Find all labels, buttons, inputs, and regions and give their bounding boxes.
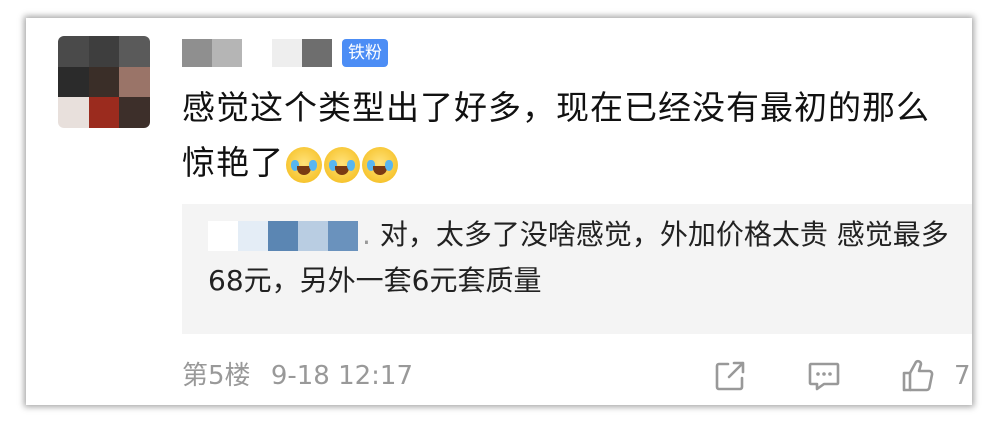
reply-button[interactable] [802, 354, 846, 398]
comment-card: 铁粉 感觉这个类型出了好多，现在已经没有最初的那么惊艳了 . 对，太多了没啥感觉… [26, 18, 972, 405]
reply-username-blurred[interactable] [208, 221, 358, 251]
floor-number: 第5楼 [182, 361, 251, 391]
emoji-group [286, 146, 398, 183]
comment-icon [808, 362, 840, 391]
share-button[interactable] [708, 354, 752, 398]
reply-block[interactable]: . 对，太多了没啥感觉，外加价格太贵 感觉最多68元，另外一套6元套质量 [182, 204, 972, 334]
thumbs-up-icon [902, 359, 934, 392]
comment-text: 感觉这个类型出了好多，现在已经没有最初的那么惊艳了 [182, 80, 952, 190]
fan-badge: 铁粉 [342, 39, 388, 67]
avatar[interactable] [58, 36, 150, 128]
reply-content: . 对，太多了没啥感觉，外加价格太贵 感觉最多68元，另外一套6元套质量 [208, 212, 958, 304]
crying-laughing-emoji-icon [286, 146, 322, 183]
action-bar [708, 354, 972, 398]
share-icon [715, 361, 745, 391]
like-count: 7 [954, 361, 971, 391]
username-blurred[interactable] [182, 39, 332, 67]
like-button[interactable] [896, 354, 940, 398]
reply-separator: . [362, 218, 371, 251]
comment-meta: 第5楼 9-18 12:17 [182, 358, 413, 394]
username-row: 铁粉 [182, 36, 388, 70]
timestamp: 9-18 12:17 [270, 361, 414, 391]
crying-laughing-emoji-icon [362, 146, 398, 183]
crying-laughing-emoji-icon [324, 146, 360, 183]
